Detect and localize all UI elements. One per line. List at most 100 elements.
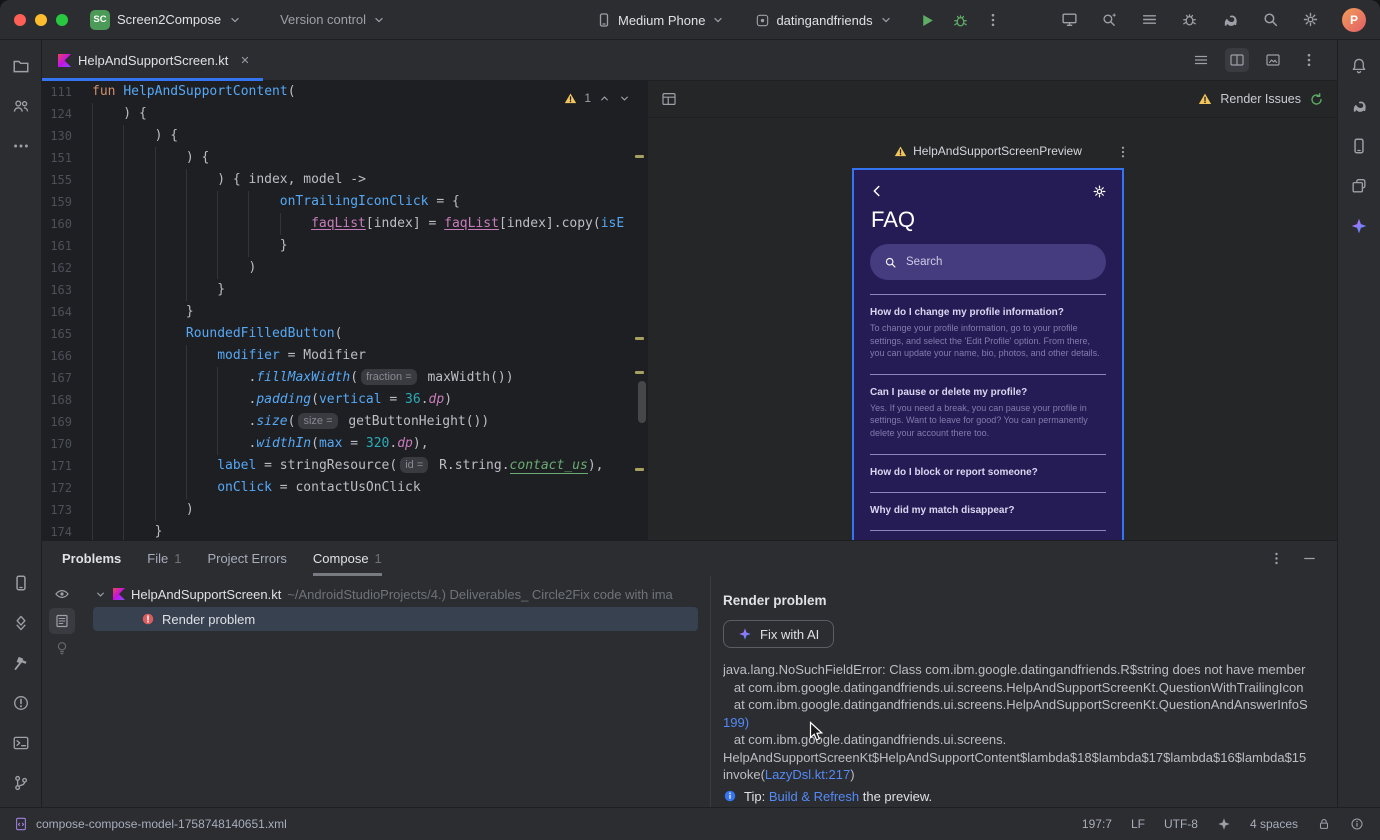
problems-tool-button[interactable]	[7, 689, 35, 717]
preview-canvas[interactable]: HelpAndSupportScreenPreview FAQ Search H…	[648, 118, 1337, 540]
faq-item[interactable]: Why did my match disappear?	[870, 493, 1106, 531]
code-view-button[interactable]	[1189, 48, 1213, 72]
user-avatar[interactable]: P	[1342, 7, 1366, 32]
notifications-tool-button[interactable]	[1345, 52, 1373, 80]
stack-link[interactable]: 199)	[723, 715, 749, 730]
editor-tab[interactable]: HelpAndSupportScreen.kt	[42, 40, 264, 81]
run-configuration-selector[interactable]: datingandfriends	[755, 13, 892, 28]
ai-status-sparkle-icon[interactable]	[1217, 817, 1231, 831]
more-tool-windows-button[interactable]	[7, 132, 35, 160]
app-inspection-tool-button[interactable]	[7, 609, 35, 637]
preview-eye-icon[interactable]	[54, 586, 70, 602]
code-line[interactable]: 162)	[42, 257, 647, 279]
project-tool-button[interactable]	[7, 52, 35, 80]
render-problem-node[interactable]: Render problem	[93, 607, 698, 631]
code-line[interactable]: 159 onTrailingIconClick = {	[42, 191, 647, 213]
build-tool-button[interactable]	[7, 649, 35, 677]
code-line[interactable]: 124) {	[42, 103, 647, 125]
code-line[interactable]: 165 RoundedFilledButton(	[42, 323, 647, 345]
problems-tab-project-errors[interactable]: Project Errors	[207, 541, 286, 576]
design-view-button[interactable]	[1261, 48, 1285, 72]
run-button[interactable]	[919, 12, 936, 29]
code-line[interactable]: 171 label = stringResource(id = R.string.…	[42, 455, 647, 477]
faq-item[interactable]: Can I pause or delete my profile? Yes. If…	[870, 375, 1106, 455]
encoding-widget[interactable]: UTF-8	[1164, 817, 1198, 831]
device-manager-tool-button[interactable]	[1345, 132, 1373, 160]
details-view-toggle[interactable]	[49, 608, 75, 634]
inspections-widget[interactable]: 1	[564, 87, 631, 109]
search-icon[interactable]	[1262, 11, 1279, 28]
panel-options-icon[interactable]	[1269, 551, 1284, 566]
terminal-tool-button[interactable]	[7, 729, 35, 757]
code-line[interactable]: 167 .fillMaxWidth(fraction = maxWidth())	[42, 367, 647, 389]
code-line[interactable]: 174}	[42, 521, 647, 540]
code-line[interactable]: 164}	[42, 301, 647, 323]
code-line[interactable]: 161}	[42, 235, 647, 257]
project-selector[interactable]: SC Screen2Compose	[90, 9, 242, 30]
code-line[interactable]: 130) {	[42, 125, 647, 147]
faq-item[interactable]: How do I change my profile information? T…	[870, 295, 1106, 375]
ai-search-icon[interactable]	[1101, 11, 1118, 28]
fix-with-ai-button[interactable]: Fix with AI	[723, 620, 835, 648]
code-line[interactable]: 163}	[42, 279, 647, 301]
indent-widget[interactable]: 4 spaces	[1250, 817, 1298, 831]
close-tab-icon[interactable]	[239, 54, 251, 66]
ui-tools-grid-icon[interactable]	[661, 91, 677, 107]
code-line[interactable]: 111 fun HelpAndSupportContent(	[42, 81, 647, 103]
editor-scrollbar[interactable]	[638, 381, 646, 423]
next-problem-icon[interactable]	[618, 92, 631, 105]
quick-fix-bulb-icon[interactable]	[54, 640, 70, 656]
code-line[interactable]: 172 onClick = contactUsOnClick	[42, 477, 647, 499]
problems-tab-compose[interactable]: Compose 1	[313, 541, 382, 576]
device-mirroring-icon[interactable]	[1061, 11, 1078, 28]
previous-problem-icon[interactable]	[598, 92, 611, 105]
line-separator-widget[interactable]: LF	[1131, 817, 1145, 831]
caret-position-widget[interactable]: 197:7	[1082, 817, 1112, 831]
device-selector[interactable]: Medium Phone	[596, 12, 725, 28]
chevron-down-icon[interactable]	[94, 588, 107, 601]
problems-file-node[interactable]: HelpAndSupportScreen.kt ~/AndroidStudioP…	[82, 582, 710, 606]
info-circle-icon[interactable]	[1350, 817, 1364, 831]
faq-search-field[interactable]: Search	[870, 244, 1106, 280]
code-line[interactable]: 155) { index, model ->	[42, 169, 647, 191]
close-window-button[interactable]	[14, 13, 26, 26]
preview-menu-icon[interactable]	[1116, 145, 1130, 159]
split-view-button[interactable]	[1225, 48, 1249, 72]
settings-gear-icon[interactable]	[1092, 184, 1107, 199]
hide-panel-icon[interactable]	[1302, 551, 1317, 566]
code-editor[interactable]: 111 fun HelpAndSupportContent(124) {130) …	[42, 81, 647, 540]
debug-button[interactable]	[952, 12, 969, 29]
stack-link[interactable]: LazyDsl.kt:217	[765, 767, 850, 782]
gradle-sync-icon[interactable]	[1221, 11, 1239, 29]
gemini-tool-button[interactable]	[1345, 212, 1373, 240]
version-control-tool-button[interactable]	[7, 769, 35, 797]
back-arrow-icon[interactable]	[869, 183, 885, 199]
build-refresh-link[interactable]: Build & Refresh	[769, 789, 859, 804]
lock-icon[interactable]	[1317, 817, 1331, 831]
code-line[interactable]: 160 faqList[index] = faqList[index].copy(…	[42, 213, 647, 235]
gradle-tool-button[interactable]	[1345, 92, 1373, 120]
structure-list-icon[interactable]	[1141, 11, 1158, 28]
code-line[interactable]: 168 .padding(vertical = 36.dp)	[42, 389, 647, 411]
zoom-window-button[interactable]	[56, 13, 68, 26]
code-line[interactable]: 170 .widthIn(max = 320.dp),	[42, 433, 647, 455]
faq-item[interactable]: How do I block or report someone?	[870, 455, 1106, 493]
render-issues-link[interactable]: Render Issues	[1220, 92, 1301, 106]
code-line[interactable]: 169 .size(size = getButtonHeight())	[42, 411, 647, 433]
layout-captures-tool-button[interactable]	[1345, 172, 1373, 200]
app-insights-bug-icon[interactable]	[1181, 11, 1198, 28]
pull-requests-tool-button[interactable]	[7, 92, 35, 120]
code-line[interactable]: 166 modifier = Modifier	[42, 345, 647, 367]
code-line[interactable]: 173)	[42, 499, 647, 521]
minimize-window-button[interactable]	[35, 13, 47, 26]
editor-options-button[interactable]	[1297, 48, 1321, 72]
device-preview-frame[interactable]: FAQ Search How do I change my profile in…	[852, 168, 1124, 540]
code-line[interactable]: 151) {	[42, 147, 647, 169]
refresh-icon[interactable]	[1309, 92, 1324, 107]
settings-gear-icon[interactable]	[1302, 11, 1319, 28]
status-file-widget[interactable]: compose-compose-model-1758748140651.xml	[14, 817, 287, 831]
problems-tab-file[interactable]: File 1	[147, 541, 181, 576]
vcs-widget[interactable]: Version control	[280, 12, 386, 27]
more-run-options-button[interactable]	[985, 12, 1001, 28]
running-devices-tool-button[interactable]	[7, 569, 35, 597]
